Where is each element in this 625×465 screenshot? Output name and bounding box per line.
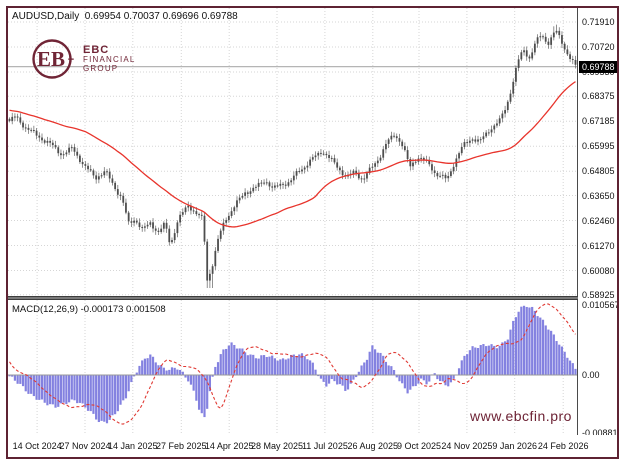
ebc-logo-icon: EB + [30,36,76,82]
price-axis-label: 0.64805 [582,166,615,176]
price-axis-label: 0.70720 [582,42,615,52]
time-axis-label: 14 Jan 2025 [108,441,158,451]
price-axis-label: 0.61270 [582,241,615,251]
price-axis-label: 0.63650 [582,191,615,201]
price-axis-label: 0.58925 [582,290,615,300]
price-axis-label: 0.68375 [582,91,615,101]
ohlc-values: 0.69954 0.70037 0.69696 0.69788 [85,11,238,22]
svg-text:+: + [68,54,74,66]
time-axis-label: 11 Jul 2025 [302,441,348,451]
price-axis-label: 0.62460 [582,216,615,226]
macd-axis-zero-label: 0.00 [582,370,600,380]
chart-title-ohlc: AUDUSD,Daily 0.69954 0.70037 0.69696 0.6… [12,11,238,22]
price-axis[interactable]: 0.719100.707200.695300.683750.671850.659… [578,8,617,457]
chart-window-frame: AUDUSD,Daily 0.69954 0.70037 0.69696 0.6… [6,6,619,459]
macd-axis-top-label: 0.010567 [582,300,617,310]
logo-line-group: GROUP [83,65,136,73]
time-axis-label: 14 Apr 2025 [205,441,254,451]
ebc-logo-text: EBC FINANCIAL GROUP [83,45,136,73]
current-price-tag: 0.69788 [579,61,617,73]
price-axis-label: 0.71910 [582,17,615,27]
time-axis-label: 24 Feb 2026 [538,441,589,451]
price-axis-label: 0.65995 [582,141,615,151]
watermark-url: www.ebcfin.pro [470,408,572,424]
price-axis-label: 0.60080 [582,266,615,276]
time-axis[interactable]: 14 Oct 202427 Nov 202414 Jan 202527 Feb … [8,435,617,457]
svg-text:EB: EB [37,47,65,71]
time-axis-label: 24 Nov 2025 [441,441,492,451]
time-axis-label: 28 May 2025 [251,441,303,451]
time-axis-label: 26 Aug 2025 [348,441,399,451]
ebc-logo: EB + EBC FINANCIAL GROUP [30,36,136,82]
macd-indicator-label: MACD(12,26,9) -0.000173 0.001508 [12,304,166,315]
symbol-period-label: AUDUSD,Daily [12,11,79,22]
time-axis-label: 9 Jan 2026 [492,441,537,451]
time-axis-label: 9 Oct 2025 [397,441,441,451]
price-axis-label: 0.67185 [582,116,615,126]
chart-client-area: AUDUSD,Daily 0.69954 0.70037 0.69696 0.6… [8,8,617,457]
ma-line-path [10,82,576,227]
time-axis-label: 14 Oct 2024 [13,441,62,451]
time-axis-label: 27 Nov 2024 [59,441,110,451]
time-axis-label: 27 Feb 2025 [156,441,207,451]
